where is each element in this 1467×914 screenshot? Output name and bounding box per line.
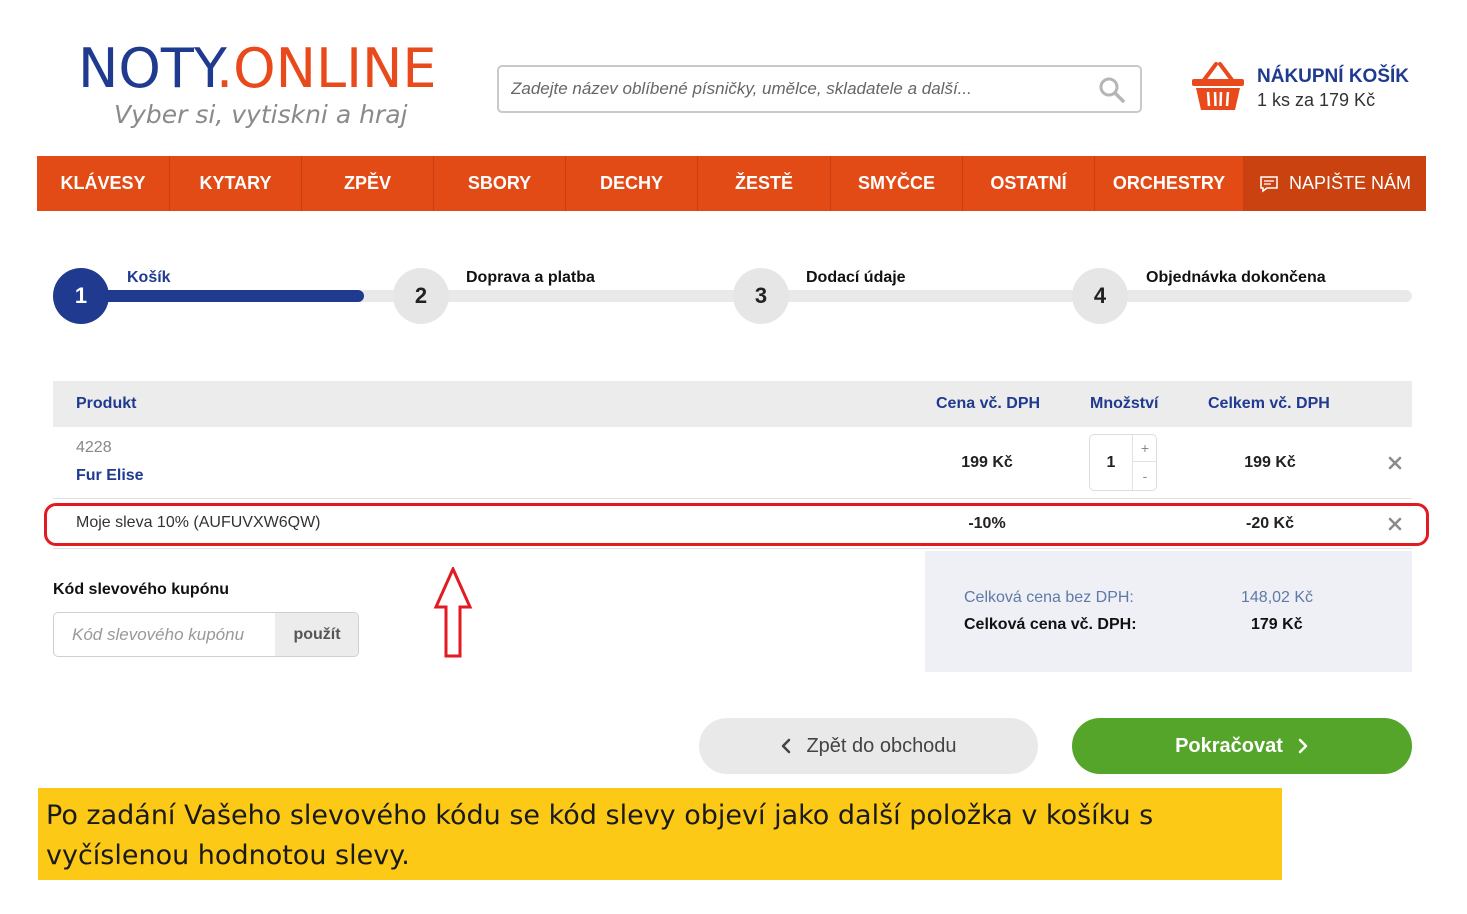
step-track-progress [83, 290, 364, 302]
logo[interactable]: NOTY.ONLINE Vyber si, vytiskni a hraj [78, 42, 437, 130]
product-id: 4228 [76, 439, 112, 456]
quantity-stepper: + - [1089, 434, 1157, 491]
step-2-circle: 2 [393, 268, 449, 324]
summary-without-vat-label: Celková cena bez DPH: [964, 589, 1134, 606]
search-input[interactable] [511, 77, 1091, 101]
logo-tagline: Vyber si, vytiskni a hraj [114, 100, 408, 129]
coupon-form: použít [53, 612, 359, 657]
header-total: Celkem vč. DPH [1208, 395, 1330, 412]
product-price: 199 Kč [961, 454, 1013, 471]
nav-item-kytary[interactable]: KYTARY [170, 156, 302, 211]
nav-item-orchestry[interactable]: ORCHESTRY [1095, 156, 1244, 211]
quantity-plus-button[interactable]: + [1133, 435, 1157, 462]
step-1-label: Košík [127, 269, 171, 286]
product-total: 199 Kč [1244, 454, 1296, 471]
step-2-label: Doprava a platba [466, 269, 595, 286]
continue-button-label: Pokračovat [1175, 734, 1283, 757]
step-4-label: Objednávka dokončena [1146, 269, 1326, 286]
step-1-circle: 1 [53, 268, 109, 324]
summary-without-vat-value: 148,02 Kč [1241, 589, 1314, 606]
continue-button[interactable]: Pokračovat [1072, 718, 1412, 774]
back-to-shop-button[interactable]: Zpět do obchodu [699, 718, 1038, 774]
cart-summary: 1 ks za 179 Kč [1257, 90, 1376, 110]
quantity-input[interactable] [1090, 435, 1132, 490]
header-product: Produkt [76, 395, 137, 412]
order-summary: Celková cena bez DPH: 148,02 Kč Celková … [925, 551, 1412, 672]
step-3-circle: 3 [733, 268, 789, 324]
logo-part-online: .ONLINE [215, 37, 437, 100]
nav-item-zpev[interactable]: ZPĚV [302, 156, 434, 211]
quantity-buttons: + - [1132, 435, 1157, 490]
chevron-right-icon [1298, 738, 1308, 754]
cart-widget[interactable]: NÁKUPNÍ KOŠÍK 1 ks za 179 Kč [1190, 60, 1430, 120]
coupon-title: Kód slevového kupónu [53, 581, 230, 598]
logo-part-noty: NOTY [78, 37, 216, 100]
nav-item-sbory[interactable]: SBORY [434, 156, 566, 211]
product-name-link[interactable]: Fur Elise [76, 467, 144, 485]
nav-item-klavesy[interactable]: KLÁVESY [37, 156, 170, 211]
summary-with-vat-value: 179 Kč [1251, 616, 1303, 633]
cart-title: NÁKUPNÍ KOŠÍK [1257, 66, 1410, 87]
apply-coupon-button[interactable]: použít [275, 613, 358, 656]
main-nav: KLÁVESY KYTARY ZPĚV SBORY DECHY ŽESTĚ SM… [37, 156, 1426, 211]
close-icon[interactable] [1387, 455, 1403, 471]
nav-item-contact[interactable]: NAPIŠTE NÁM [1244, 156, 1426, 211]
logo-text: NOTY.ONLINE [78, 42, 437, 96]
search-icon[interactable] [1098, 76, 1126, 104]
step-4-circle: 4 [1072, 268, 1128, 324]
header-quantity: Množství [1090, 395, 1159, 412]
summary-with-vat-label: Celková cena vč. DPH: [964, 616, 1137, 633]
message-icon [1260, 175, 1278, 192]
nav-contact-label: NAPIŠTE NÁM [1288, 173, 1412, 193]
basket-icon [1192, 62, 1244, 110]
step-3-label: Dodací údaje [806, 269, 906, 286]
header-price: Cena vč. DPH [936, 395, 1041, 412]
coupon-input[interactable] [54, 613, 275, 656]
cart-table-header: Produkt Cena vč. DPH Množství Celkem vč.… [53, 381, 1412, 427]
nav-item-ostatni[interactable]: OSTATNÍ [963, 156, 1095, 211]
chevron-left-icon [782, 738, 791, 754]
instruction-note: Po zadání Vašeho slevového kódu se kód s… [38, 788, 1282, 880]
nav-item-zeste[interactable]: ŽESTĚ [698, 156, 831, 211]
table-row: 4228 Fur Elise 199 Kč + - 199 Kč [53, 427, 1412, 499]
arrow-up-icon [433, 567, 473, 658]
nav-item-smycce[interactable]: SMYČCE [831, 156, 963, 211]
highlight-annotation-box [44, 503, 1429, 546]
checkout-steps: 1 Košík 2 Doprava a platba 3 Dodací údaj… [53, 265, 1413, 325]
nav-item-dechy[interactable]: DECHY [566, 156, 698, 211]
back-button-label: Zpět do obchodu [806, 734, 957, 757]
search-box [497, 65, 1142, 113]
quantity-minus-button[interactable]: - [1133, 462, 1157, 489]
